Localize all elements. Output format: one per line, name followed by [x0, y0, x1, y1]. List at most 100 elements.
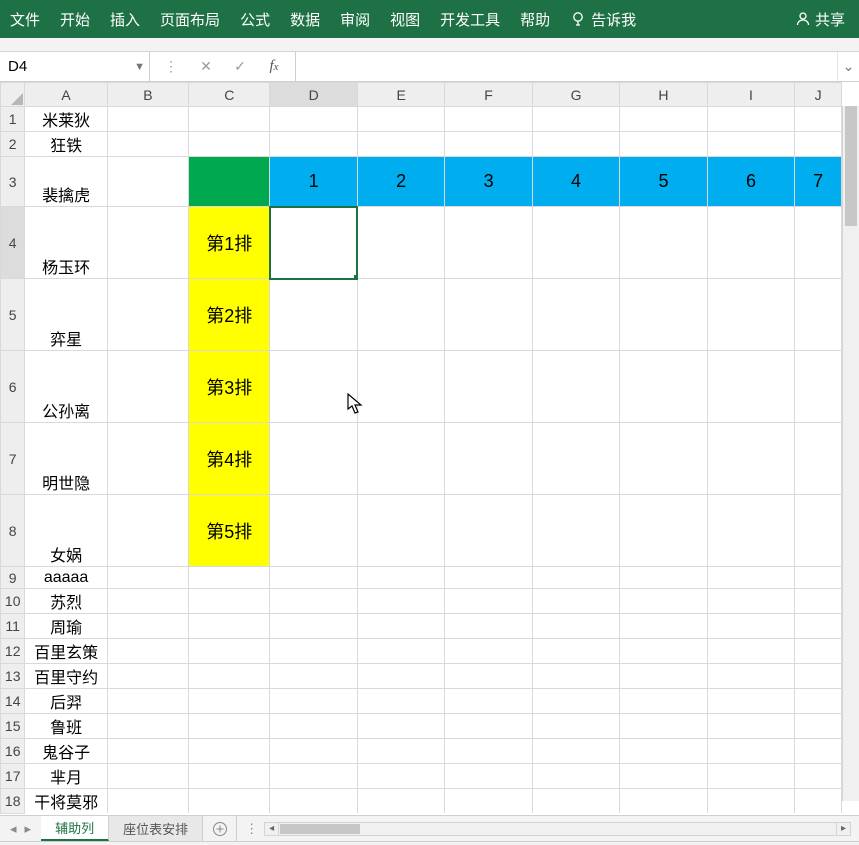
- cell[interactable]: [532, 567, 619, 589]
- row-header[interactable]: 9: [1, 567, 25, 589]
- menu-help[interactable]: 帮助: [510, 0, 560, 38]
- cell[interactable]: [795, 614, 842, 639]
- cell[interactable]: 女娲: [25, 495, 107, 567]
- cell[interactable]: [107, 423, 188, 495]
- cell[interactable]: [445, 789, 532, 814]
- cell[interactable]: [189, 664, 270, 689]
- cell[interactable]: [620, 714, 707, 739]
- cell[interactable]: [795, 714, 842, 739]
- check-icon[interactable]: ✓: [223, 52, 257, 82]
- cell[interactable]: [620, 664, 707, 689]
- cell[interactable]: [357, 614, 444, 639]
- cell[interactable]: [270, 423, 357, 495]
- cell[interactable]: [270, 107, 357, 132]
- row-header[interactable]: 8: [1, 495, 25, 567]
- cell[interactable]: [107, 589, 188, 614]
- cell[interactable]: [189, 639, 270, 664]
- column-header[interactable]: C: [189, 83, 270, 107]
- column-header[interactable]: A: [25, 83, 107, 107]
- cell[interactable]: [189, 614, 270, 639]
- cell[interactable]: [532, 789, 619, 814]
- column-header[interactable]: H: [620, 83, 707, 107]
- name-box[interactable]: ▼: [0, 52, 150, 81]
- cell[interactable]: [707, 495, 794, 567]
- cell[interactable]: [270, 739, 357, 764]
- cell[interactable]: [107, 132, 188, 157]
- row-header[interactable]: 1: [1, 107, 25, 132]
- cell[interactable]: [532, 351, 619, 423]
- cell[interactable]: [107, 789, 188, 814]
- menu-file[interactable]: 文件: [0, 0, 50, 38]
- cell[interactable]: [532, 279, 619, 351]
- cell[interactable]: [620, 589, 707, 614]
- cell[interactable]: [189, 567, 270, 589]
- cell[interactable]: [707, 764, 794, 789]
- menu-home[interactable]: 开始: [50, 0, 100, 38]
- cell[interactable]: 鲁班: [25, 714, 107, 739]
- tell-me[interactable]: 告诉我: [560, 9, 646, 30]
- cell[interactable]: [107, 664, 188, 689]
- cell[interactable]: [445, 132, 532, 157]
- cell[interactable]: [532, 739, 619, 764]
- cell[interactable]: [189, 764, 270, 789]
- cell[interactable]: [189, 132, 270, 157]
- cell[interactable]: 百里守约: [25, 664, 107, 689]
- column-header[interactable]: E: [357, 83, 444, 107]
- row-header[interactable]: 7: [1, 423, 25, 495]
- cell[interactable]: [795, 639, 842, 664]
- cell[interactable]: [189, 714, 270, 739]
- cell[interactable]: [795, 351, 842, 423]
- cell[interactable]: [107, 614, 188, 639]
- row-header[interactable]: 2: [1, 132, 25, 157]
- cell[interactable]: [445, 739, 532, 764]
- cell[interactable]: [707, 423, 794, 495]
- cell[interactable]: 6: [707, 157, 794, 207]
- column-header[interactable]: D: [270, 83, 357, 107]
- cell[interactable]: 明世隐: [25, 423, 107, 495]
- formula-input[interactable]: [296, 52, 837, 81]
- cell[interactable]: 鬼谷子: [25, 739, 107, 764]
- cell[interactable]: [620, 132, 707, 157]
- cell[interactable]: [620, 567, 707, 589]
- cell[interactable]: [445, 589, 532, 614]
- cell[interactable]: [620, 639, 707, 664]
- cell[interactable]: 7: [795, 157, 842, 207]
- cell[interactable]: [620, 351, 707, 423]
- row-header[interactable]: 5: [1, 279, 25, 351]
- cell[interactable]: [445, 639, 532, 664]
- cell[interactable]: [795, 689, 842, 714]
- cell[interactable]: [270, 132, 357, 157]
- cell[interactable]: 2: [357, 157, 444, 207]
- cell[interactable]: [445, 107, 532, 132]
- cell[interactable]: [357, 279, 444, 351]
- cell[interactable]: 狂铁: [25, 132, 107, 157]
- column-header[interactable]: G: [532, 83, 619, 107]
- cell[interactable]: [270, 614, 357, 639]
- cell[interactable]: [532, 589, 619, 614]
- cell[interactable]: [445, 614, 532, 639]
- cell[interactable]: [620, 689, 707, 714]
- row-header[interactable]: 16: [1, 739, 25, 764]
- cell[interactable]: [707, 279, 794, 351]
- cell[interactable]: 裴擒虎: [25, 157, 107, 207]
- cell[interactable]: [707, 132, 794, 157]
- cell[interactable]: [620, 614, 707, 639]
- cell[interactable]: [445, 423, 532, 495]
- cell[interactable]: [532, 107, 619, 132]
- cell[interactable]: [445, 664, 532, 689]
- cell[interactable]: [357, 714, 444, 739]
- menu-insert[interactable]: 插入: [100, 0, 150, 38]
- cell[interactable]: [107, 639, 188, 664]
- cell[interactable]: [270, 664, 357, 689]
- cell[interactable]: [357, 739, 444, 764]
- row-header[interactable]: 3: [1, 157, 25, 207]
- cell[interactable]: [357, 664, 444, 689]
- cell[interactable]: [620, 739, 707, 764]
- column-header[interactable]: J: [795, 83, 842, 107]
- menu-formulas[interactable]: 公式: [230, 0, 280, 38]
- cell[interactable]: [107, 279, 188, 351]
- cell[interactable]: [620, 764, 707, 789]
- cell[interactable]: [270, 567, 357, 589]
- cell[interactable]: [270, 714, 357, 739]
- cell[interactable]: [532, 132, 619, 157]
